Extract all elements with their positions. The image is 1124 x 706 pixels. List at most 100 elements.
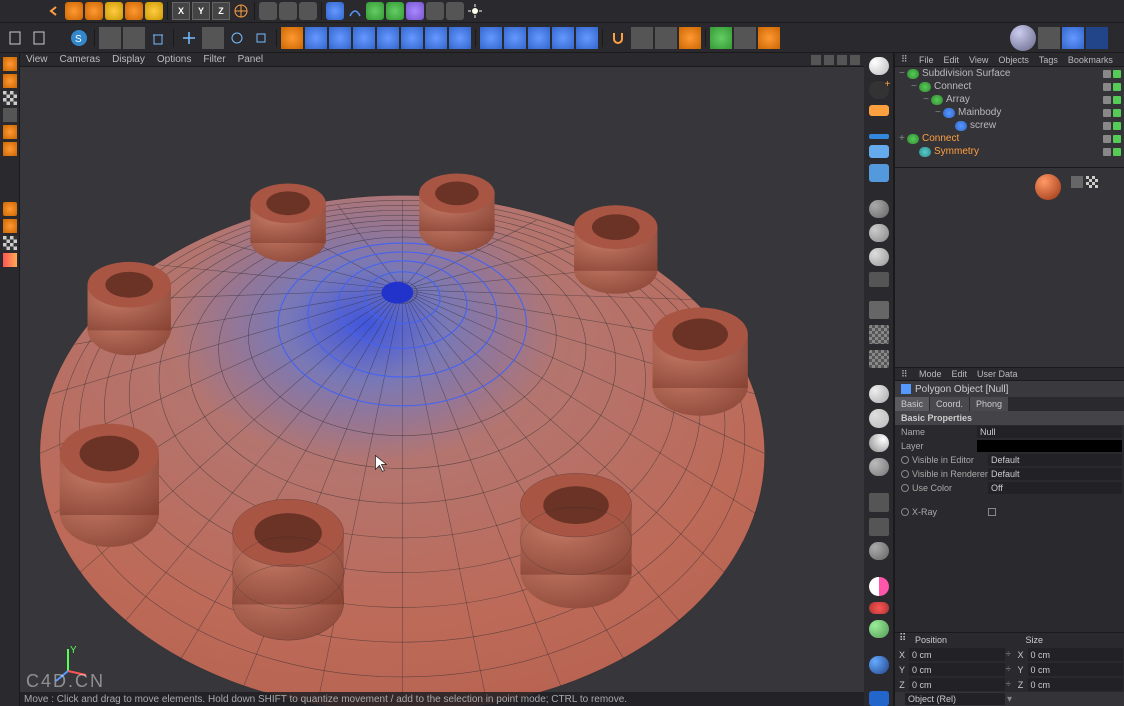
om-edit[interactable]: Edit (944, 55, 960, 65)
menu-panel[interactable]: Panel (238, 54, 264, 65)
hex-icon[interactable] (869, 518, 889, 536)
xray-radio[interactable] (901, 508, 909, 516)
viewport-rotate-icon[interactable] (837, 55, 847, 65)
enable-tag-icon[interactable] (1113, 122, 1121, 130)
visibility-tag-icon[interactable] (1103, 83, 1111, 91)
tab-coord[interactable]: Coord. (930, 397, 970, 411)
light-icon[interactable] (466, 2, 484, 20)
viewport-pan-icon[interactable] (811, 55, 821, 65)
tree-expand-icon[interactable]: − (935, 107, 943, 118)
light-sphere-icon[interactable] (869, 57, 889, 75)
sphere-7-icon[interactable] (869, 542, 889, 560)
render-settings-icon[interactable] (299, 2, 317, 20)
doc2-icon[interactable] (28, 27, 50, 49)
cube-icon[interactable] (99, 27, 121, 49)
half-sphere-pink-icon[interactable] (869, 577, 889, 595)
pos-x-value[interactable]: 0 cm (909, 648, 1005, 661)
prop-name-value[interactable]: Null (977, 426, 1122, 438)
attr-edit[interactable]: Edit (952, 369, 968, 379)
normal-scale-icon[interactable] (425, 27, 447, 49)
sphere-4-icon[interactable] (869, 385, 889, 403)
checker-tool-icon[interactable] (869, 325, 889, 343)
enable-axis-icon[interactable] (3, 202, 17, 216)
om-objects[interactable]: Objects (998, 55, 1029, 65)
magnet-icon[interactable] (607, 27, 629, 49)
tree-item[interactable]: −Connect (895, 80, 1124, 93)
tree-item[interactable]: screw (895, 119, 1124, 132)
enable-snap-icon[interactable] (3, 219, 17, 233)
gi-icon[interactable] (1062, 27, 1084, 49)
tree-expand-icon[interactable]: − (923, 94, 931, 105)
stitch-icon[interactable] (528, 27, 550, 49)
target-icon[interactable] (869, 409, 889, 427)
tree-item[interactable]: −Array (895, 93, 1124, 106)
array-icon[interactable] (386, 2, 404, 20)
enable-tag-icon[interactable] (1113, 83, 1121, 91)
tag-uv-icon[interactable] (1086, 176, 1098, 188)
play-sphere-icon[interactable] (869, 656, 889, 674)
prop-viseditor-value[interactable]: Default (988, 454, 1122, 466)
polygon-mode-icon[interactable] (3, 142, 17, 156)
move-icon[interactable] (178, 27, 200, 49)
enable-tag-icon[interactable] (1113, 70, 1121, 78)
sphere-6-icon[interactable] (869, 458, 889, 476)
structure-icon[interactable] (869, 301, 889, 319)
om-view[interactable]: View (969, 55, 988, 65)
frame-tool-icon[interactable] (105, 2, 123, 20)
menu-view[interactable]: View (26, 54, 48, 65)
recycle-icon[interactable] (710, 27, 732, 49)
menu-filter[interactable]: Filter (203, 54, 225, 65)
rotate-tool-icon[interactable] (125, 2, 143, 20)
tag-phong-icon[interactable] (1071, 176, 1083, 188)
checker-tool-2-icon[interactable] (869, 350, 889, 368)
bridge-icon[interactable] (480, 27, 502, 49)
world-icon[interactable] (232, 2, 250, 20)
green-sphere-icon[interactable] (869, 620, 889, 638)
magnet-icon[interactable] (869, 105, 889, 116)
tab-phong[interactable]: Phong (970, 397, 1009, 411)
tree-expand-icon[interactable]: − (911, 81, 919, 92)
material-area[interactable] (895, 167, 1124, 367)
tree-item[interactable]: −Mainbody (895, 106, 1124, 119)
axis-x-button[interactable]: X (172, 2, 190, 20)
sphere-5-icon[interactable] (869, 434, 889, 452)
eraser-icon[interactable] (869, 145, 889, 158)
render-icon[interactable] (259, 2, 277, 20)
menu-options[interactable]: Options (157, 54, 191, 65)
axis-y-button[interactable]: Y (192, 2, 210, 20)
move-tool-icon[interactable] (85, 2, 103, 20)
xray-checkbox[interactable] (988, 508, 996, 516)
smooth-shift-icon[interactable] (377, 27, 399, 49)
viseditor-radio[interactable] (901, 456, 909, 464)
visibility-tag-icon[interactable] (1103, 109, 1111, 117)
sync-icon[interactable]: S (68, 27, 90, 49)
normal-move-icon[interactable] (401, 27, 423, 49)
coord-mode-dropdown[interactable]: Object (Rel) (905, 693, 1005, 705)
size-y-value[interactable]: 0 cm (1028, 663, 1124, 676)
visibility-tag-icon[interactable] (1103, 70, 1111, 78)
visrender-radio[interactable] (901, 470, 909, 478)
visibility-tag-icon[interactable] (1103, 122, 1111, 130)
visibility-tag-icon[interactable] (1103, 96, 1111, 104)
weld-icon[interactable] (504, 27, 526, 49)
tree-item[interactable]: Symmetry (895, 145, 1124, 158)
scale2-icon[interactable] (250, 27, 272, 49)
tree-item[interactable]: +Connect (895, 132, 1124, 145)
rot-icon[interactable] (226, 27, 248, 49)
trash-icon[interactable] (147, 27, 169, 49)
attr-mode[interactable]: Mode (919, 369, 942, 379)
enable-tag-icon[interactable] (1113, 135, 1121, 143)
tree-expand-icon[interactable]: + (899, 133, 907, 144)
pos-z-value[interactable]: 0 cm (909, 678, 1005, 691)
line-cut-icon[interactable] (576, 27, 598, 49)
object-mode-icon[interactable] (3, 74, 17, 88)
matrix-extrude-icon[interactable] (353, 27, 375, 49)
model-mode-icon[interactable] (3, 57, 17, 71)
material-ball[interactable] (1035, 174, 1061, 200)
visibility-tag-icon[interactable] (1103, 148, 1111, 156)
deformer-icon[interactable] (406, 2, 424, 20)
menu-display[interactable]: Display (112, 54, 145, 65)
size-z-value[interactable]: 0 cm (1028, 678, 1124, 691)
enable-tag-icon[interactable] (1113, 109, 1121, 117)
pencil-icon[interactable] (869, 134, 889, 139)
